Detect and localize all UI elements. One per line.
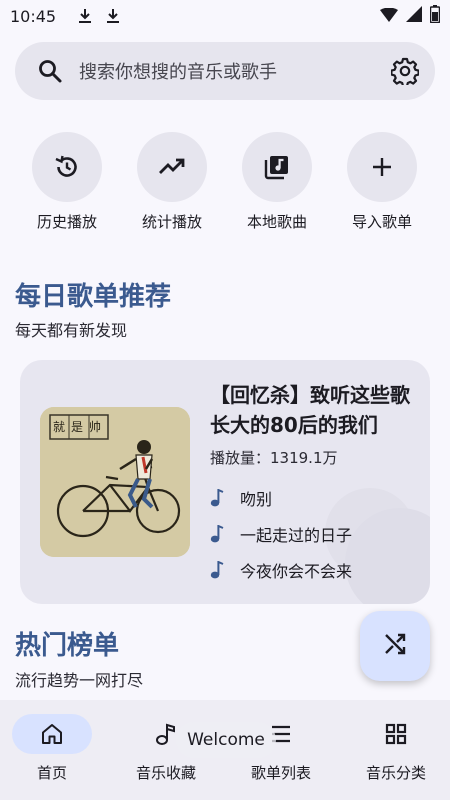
- grid-icon: [356, 714, 436, 754]
- quick-action-label: 统计播放: [141, 213, 202, 231]
- playlist-cover-image: 就是帅: [40, 407, 190, 557]
- history-icon: [32, 132, 102, 202]
- song-name: 今夜你会不会来: [240, 562, 353, 581]
- search-icon: [37, 58, 63, 84]
- song-name: 一起走过的日子: [240, 526, 353, 545]
- list-item[interactable]: 一起走过的日子: [210, 516, 420, 552]
- nav-label: 音乐分类: [365, 764, 426, 782]
- signal-icon: [406, 6, 422, 26]
- stats-play-button[interactable]: 统计播放: [122, 132, 222, 232]
- download-icon: [106, 8, 120, 24]
- quick-action-label: 本地歌曲: [246, 213, 307, 231]
- nav-item-home[interactable]: 首页: [0, 714, 108, 783]
- cover-stamp-text: 就是帅: [53, 420, 108, 434]
- search-input[interactable]: 搜索你想搜的音乐或歌手: [79, 58, 391, 84]
- shuffle-button[interactable]: [360, 611, 430, 681]
- daily-section-subtitle: 每天都有新发现: [15, 321, 128, 340]
- hot-section-subtitle: 流行趋势一网打尽: [15, 671, 144, 690]
- quick-action-label: 历史播放: [36, 213, 97, 231]
- play-count: 播放量：1319.1万: [210, 449, 338, 467]
- plus-icon: [347, 132, 417, 202]
- music-note-icon: [210, 524, 224, 543]
- history-play-button[interactable]: 历史播放: [17, 132, 117, 232]
- playlist-title: 【回忆杀】致听这些歌长大的80后的我们: [210, 383, 410, 437]
- home-icon: [12, 714, 92, 754]
- wifi-icon: [380, 7, 398, 26]
- song-name: 吻别: [240, 490, 273, 509]
- import-playlist-button[interactable]: 导入歌单: [332, 132, 432, 232]
- list-item[interactable]: 今夜你会不会来: [210, 552, 420, 588]
- daily-section-title: 每日歌单推荐: [15, 282, 172, 312]
- trending-icon: [137, 132, 207, 202]
- local-songs-button[interactable]: 本地歌曲: [227, 132, 327, 232]
- music-note-icon: [210, 560, 224, 579]
- nav-label: 音乐收藏: [135, 764, 196, 782]
- music-note-icon: [210, 488, 224, 507]
- daily-playlist-card[interactable]: 就是帅 【回忆杀】致听这些歌长大的80后的我们 播放量：1319.1万 吻别 一…: [20, 360, 430, 604]
- status-time: 10:45: [10, 6, 57, 26]
- welcome-toast: Welcome: [176, 722, 276, 758]
- music-library-icon: [242, 132, 312, 202]
- nav-label: 首页: [36, 764, 67, 782]
- gear-icon[interactable]: [390, 57, 420, 88]
- nav-item-categories[interactable]: 音乐分类: [340, 714, 450, 783]
- quick-actions: 历史播放 统计播放 本地歌曲 导入歌单: [0, 132, 450, 232]
- hot-section-title: 热门榜单: [15, 631, 120, 661]
- search-bar[interactable]: 搜索你想搜的音乐或歌手: [15, 42, 435, 100]
- song-list: 吻别 一起走过的日子 今夜你会不会来: [210, 480, 420, 588]
- shuffle-icon: [382, 631, 408, 661]
- quick-action-label: 导入歌单: [351, 213, 412, 231]
- list-item[interactable]: 吻别: [210, 480, 420, 516]
- download-icon: [78, 8, 92, 24]
- status-bar: 10:45: [0, 0, 450, 32]
- battery-icon: [429, 5, 441, 27]
- nav-label: 歌单列表: [250, 764, 311, 782]
